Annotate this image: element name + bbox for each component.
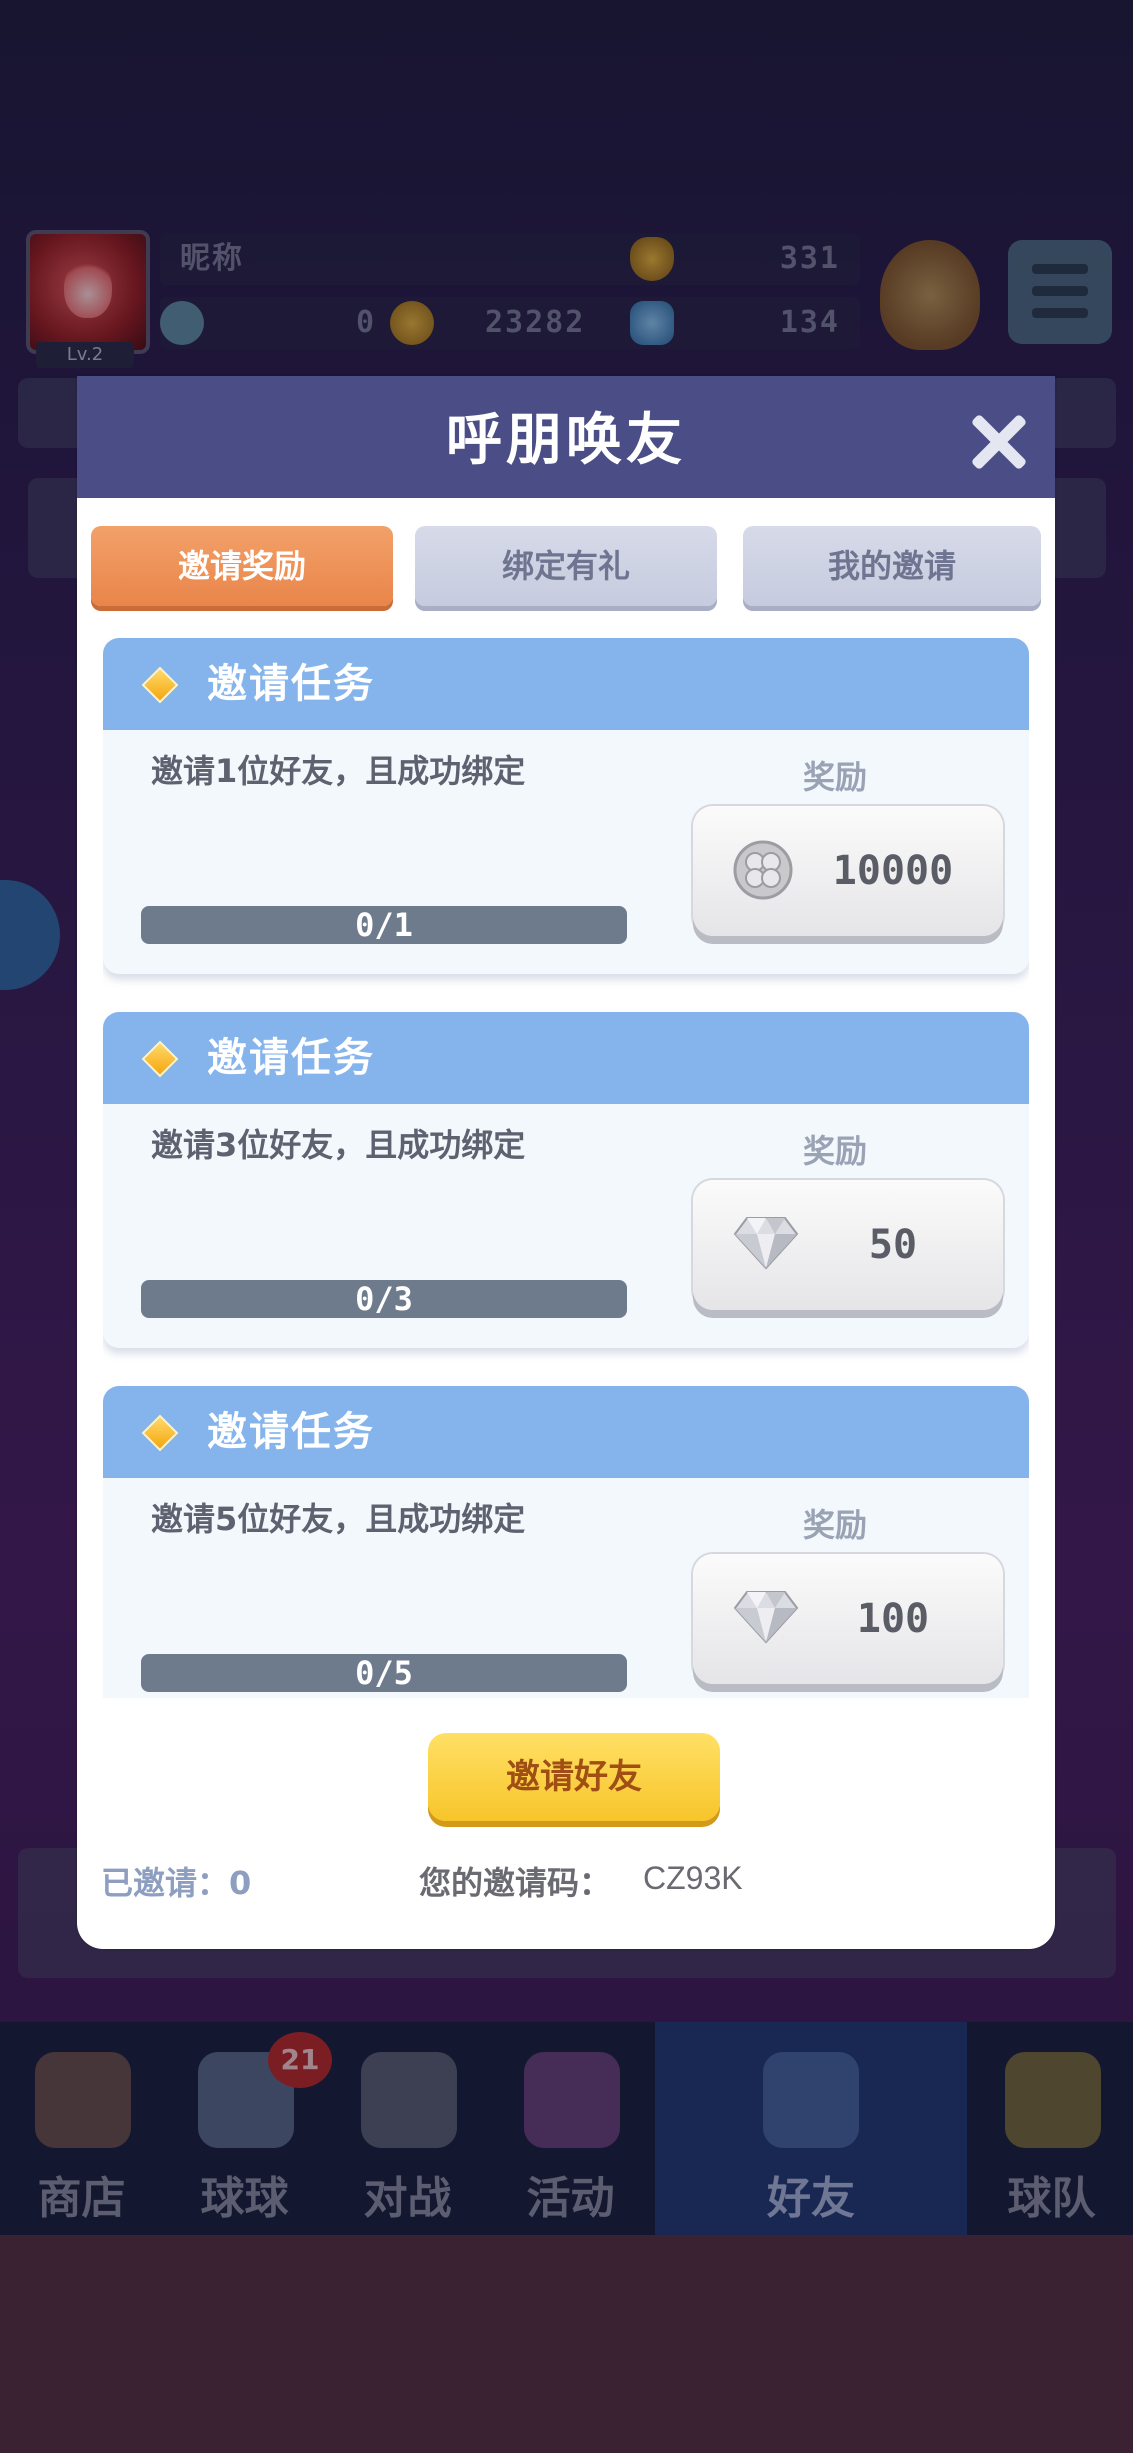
diamond-icon [733, 1217, 799, 1270]
progress-text: 0/1 [355, 906, 413, 944]
reward-button[interactable]: 50 [693, 1180, 1003, 1310]
invite-friends-modal: 呼朋唤友 邀请奖励 绑定有礼 我的邀请 邀请任务 邀请1位好友，且成功绑定 奖励… [77, 376, 1055, 1949]
task-description: 邀请1位好友，且成功绑定 [151, 752, 526, 790]
task-title: 邀请任务 [207, 1409, 375, 1455]
task-title: 邀请任务 [207, 1035, 375, 1081]
reward-value: 50 [868, 1222, 918, 1268]
reward-label: 奖励 [803, 758, 868, 796]
tab-my-invites[interactable]: 我的邀请 [743, 526, 1041, 606]
reward-value: 100 [856, 1596, 930, 1642]
task-header: 邀请任务 [103, 638, 1029, 730]
task-title: 邀请任务 [207, 661, 375, 707]
progress-text: 0/5 [355, 1654, 413, 1692]
diamond-icon [733, 1591, 799, 1644]
clover-coin-icon [733, 840, 793, 900]
progress-bar: 0/1 [141, 906, 627, 944]
progress-text: 0/3 [355, 1280, 413, 1318]
task-header: 邀请任务 [103, 1386, 1029, 1478]
close-button[interactable] [967, 412, 1027, 472]
invite-friends-button[interactable]: 邀请好友 [428, 1733, 720, 1821]
modal-header: 呼朋唤友 [77, 376, 1055, 498]
gold-diamond-icon [141, 1040, 179, 1078]
gold-diamond-icon [141, 666, 179, 704]
task-description: 邀请5位好友，且成功绑定 [151, 1500, 526, 1538]
modal-title: 呼朋唤友 [446, 408, 686, 473]
task-card: 邀请任务 邀请1位好友，且成功绑定 奖励 0/1 10000 [103, 638, 1029, 974]
task-card: 邀请任务 邀请5位好友，且成功绑定 奖励 0/5 100 [103, 1386, 1029, 1698]
task-header: 邀请任务 [103, 1012, 1029, 1104]
invite-code-value[interactable]: CZ93K [643, 1860, 743, 1897]
progress-bar: 0/3 [141, 1280, 627, 1318]
reward-value: 10000 [832, 848, 954, 894]
task-description: 邀请3位好友，且成功绑定 [151, 1126, 526, 1164]
gold-diamond-icon [141, 1414, 179, 1452]
invite-code-label: 您的邀请码： [419, 1864, 612, 1902]
progress-bar: 0/5 [141, 1654, 627, 1692]
reward-label: 奖励 [803, 1506, 868, 1544]
task-list[interactable]: 邀请任务 邀请1位好友，且成功绑定 奖励 0/1 10000 邀请任务 邀请3位… [103, 638, 1029, 1698]
invited-count: 已邀请：0 [101, 1864, 252, 1902]
reward-button[interactable]: 100 [693, 1554, 1003, 1684]
reward-button[interactable]: 10000 [693, 806, 1003, 936]
tab-invite-rewards[interactable]: 邀请奖励 [91, 526, 393, 606]
tab-bind-gifts[interactable]: 绑定有礼 [415, 526, 717, 606]
task-card: 邀请任务 邀请3位好友，且成功绑定 奖励 0/3 50 [103, 1012, 1029, 1348]
reward-label: 奖励 [803, 1132, 868, 1170]
below-screen-area [0, 2235, 1133, 2453]
